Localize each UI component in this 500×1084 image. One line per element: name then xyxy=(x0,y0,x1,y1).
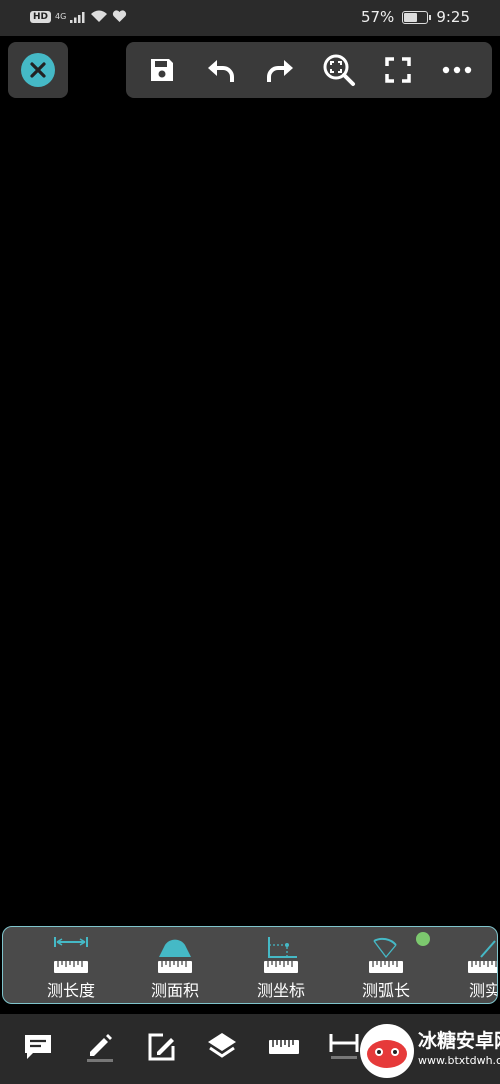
edit-box-icon xyxy=(148,1033,175,1061)
ruler-icon xyxy=(269,1040,299,1054)
layers-button[interactable] xyxy=(200,1022,244,1072)
status-bar: HD 4G 57% 9:25 xyxy=(0,0,500,36)
wifi-icon xyxy=(91,10,108,22)
status-left: HD 4G xyxy=(30,10,127,23)
measure-arc-label: 测弧长 xyxy=(361,981,410,1000)
edit-box-button[interactable] xyxy=(140,1022,184,1072)
battery-icon xyxy=(402,10,432,24)
save-icon xyxy=(150,59,173,81)
more-button[interactable] xyxy=(432,45,482,95)
pencil-button[interactable] xyxy=(78,1022,122,1072)
watermark-title: 冰糖安卓网 xyxy=(418,1030,500,1052)
measure-length-label: 测长度 xyxy=(46,981,95,1000)
measure-more-icon xyxy=(468,940,497,973)
measure-arc-icon xyxy=(369,937,403,973)
undo-button[interactable] xyxy=(196,45,246,95)
zoom-fit-button[interactable] xyxy=(314,45,364,95)
measure-area-tool[interactable]: 测面积 xyxy=(125,927,225,1003)
network-type: 4G xyxy=(55,11,67,21)
redo-icon xyxy=(266,60,293,82)
watermark-url: www.btxtdwh.com xyxy=(418,1054,500,1067)
battery-percent: 57% xyxy=(360,8,395,26)
watermark-logo-icon xyxy=(360,1024,414,1078)
ruler-button[interactable] xyxy=(262,1022,306,1072)
zoom-fit-icon xyxy=(323,54,355,86)
redo-button[interactable] xyxy=(255,45,305,95)
clock: 9:25 xyxy=(436,8,470,26)
comment-button[interactable] xyxy=(16,1022,60,1072)
measure-coordinate-icon xyxy=(264,937,298,973)
pencil-icon xyxy=(87,1034,113,1062)
hd-badge: HD xyxy=(30,10,52,23)
fullscreen-button[interactable] xyxy=(373,45,423,95)
measure-area-label: 测面积 xyxy=(150,981,199,1000)
measure-length-icon xyxy=(54,937,88,973)
top-toolbar xyxy=(126,42,492,98)
save-button[interactable] xyxy=(137,45,187,95)
status-right: 57% 9:25 xyxy=(361,8,470,26)
new-badge-icon xyxy=(416,932,430,946)
measure-tools-panel: 测长度 测面积 测坐标 测弧长 测实 xyxy=(2,926,498,1004)
measure-area-icon xyxy=(158,939,192,973)
drawing-canvas[interactable] xyxy=(0,100,500,920)
more-icon xyxy=(442,66,471,74)
measure-more-label: 测实 xyxy=(468,981,498,1000)
watermark: 冰糖安卓网 www.btxtdwh.com xyxy=(360,1024,500,1084)
comment-icon xyxy=(25,1035,51,1059)
fullscreen-icon xyxy=(384,57,411,83)
battery-fill xyxy=(404,12,417,22)
layers-icon xyxy=(208,1033,236,1058)
measure-coordinate-label: 测坐标 xyxy=(256,981,305,1000)
measure-coordinate-tool[interactable]: 测坐标 xyxy=(231,927,331,1003)
dimension-icon xyxy=(329,1034,359,1059)
close-button[interactable] xyxy=(8,42,68,98)
undo-icon xyxy=(207,60,234,82)
measure-length-tool[interactable]: 测长度 xyxy=(21,927,121,1003)
signal-icon xyxy=(70,11,85,23)
health-heart-icon xyxy=(113,10,127,22)
close-icon xyxy=(21,53,55,87)
measure-more-tool[interactable]: 测实 xyxy=(435,927,498,1003)
